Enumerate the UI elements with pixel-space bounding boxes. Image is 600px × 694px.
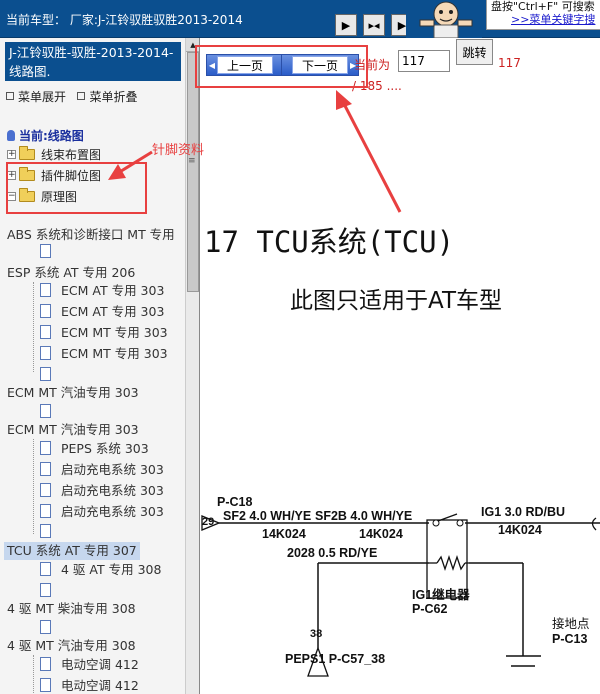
peps-label: PEPS1 P-C57_38 <box>285 652 386 666</box>
document-icon[interactable] <box>40 244 51 258</box>
document-icon[interactable] <box>40 562 51 576</box>
pin-number: 29 <box>202 516 215 528</box>
play-icon: ▶ <box>397 18 407 32</box>
relay-code: P-C62 <box>412 602 448 616</box>
folder-label[interactable]: 线束布置图 <box>41 146 101 163</box>
menu-search-link[interactable]: >>菜单关键字搜 <box>511 11 595 27</box>
document-icon[interactable] <box>40 367 51 381</box>
highlight-box-pager <box>195 45 368 88</box>
harness1-label: 14K024 <box>262 527 306 541</box>
current-car-label: 当前车型： 厂家:J-江铃驭胜驭胜2013-2014 <box>6 13 243 27</box>
tree-item-4wd-mt-diesel[interactable]: 4 驱 MT 柴油专用 308 <box>7 600 136 618</box>
tree-item-esp[interactable]: ESP 系统 AT 专用 206 <box>7 264 135 282</box>
tree-item-ecm-mt-2[interactable]: ECM MT 专用 303 <box>61 345 168 363</box>
current-node: 当前:线路图 <box>7 127 84 144</box>
tree-item-start-charge-2[interactable]: 启动充电系统 303 <box>61 482 164 500</box>
wire1-label: SF2 4.0 WH/YE <box>223 509 312 523</box>
pin-icon <box>7 130 15 141</box>
document-icon[interactable] <box>40 304 51 318</box>
search-hint-box: 盘按"Ctrl+F" 可搜索 >>菜单关键字搜 <box>486 0 600 30</box>
wire3-label: IG1 3.0 RD/BU <box>481 505 566 519</box>
step-icon: ▸◂ <box>368 18 380 32</box>
document-icon[interactable] <box>40 504 51 518</box>
menu-expand-link[interactable]: 菜单展开 <box>18 90 66 104</box>
menu-operations: 菜单展开 菜单折叠 <box>6 88 137 105</box>
tree-item-start-charge-3[interactable]: 启动充电系统 303 <box>61 503 164 521</box>
square-icon <box>77 92 86 100</box>
document-icon[interactable] <box>40 583 51 597</box>
wire4-label: 2028 0.5 RD/YE <box>287 546 378 560</box>
tree-item-ecm-mt-gas-1[interactable]: ECM MT 汽油专用 303 <box>7 384 139 402</box>
square-icon <box>6 92 14 100</box>
connector-end <box>591 517 597 531</box>
tree-item-start-charge-1[interactable]: 启动充电系统 303 <box>61 461 164 479</box>
document-icon[interactable] <box>40 283 51 297</box>
expand-toggle[interactable]: 菜单展开 <box>6 90 66 104</box>
harness3-label: 14K024 <box>498 523 542 537</box>
mascot-icon <box>406 0 482 38</box>
tree-line <box>33 282 34 372</box>
scroll-thumb[interactable] <box>187 52 199 292</box>
left-panel: J-江铃驭胜-驭胜-2013-2014- 线路图. 菜单展开 菜单折叠 当前:线… <box>0 38 200 694</box>
tree-item-abs[interactable]: ABS 系统和诊断接口 MT 专用 <box>7 226 175 244</box>
tree-item-ecm-at-1[interactable]: ECM AT 专用 303 <box>61 282 164 300</box>
tree-item-ecm-mt-gas-2[interactable]: ECM MT 汽油专用 303 <box>7 421 139 439</box>
collapse-toggle[interactable]: 菜单折叠 <box>77 90 137 104</box>
folder-harness-layout[interactable]: + 线束布置图 <box>7 146 101 163</box>
tree-item-ac-1[interactable]: 电动空调 412 <box>61 656 139 674</box>
nav-double-button[interactable]: ▸◂ <box>363 14 385 36</box>
left-scrollbar[interactable]: ▲ ≡ <box>185 38 199 694</box>
wire2-label: SF2B 4.0 WH/YE <box>315 509 413 523</box>
top-bar: 当前车型： 厂家:J-江铃驭胜驭胜2013-2014 ▶ ▸◂ ▶ 盘按"Ctr… <box>0 0 600 38</box>
document-icon[interactable] <box>40 524 51 538</box>
tree-item-4wd-mt-gas[interactable]: 4 驱 MT 汽油专用 308 <box>7 637 136 655</box>
ground-label: 接地点 <box>552 617 590 631</box>
harness2-label: 14K024 <box>359 527 403 541</box>
document-icon[interactable] <box>40 678 51 692</box>
relay-coil <box>436 554 466 572</box>
highlight-box-folders <box>6 162 147 214</box>
pin-info-annotation: 针脚资料 <box>152 143 205 158</box>
plus-icon[interactable]: + <box>7 150 16 159</box>
pin-38-number: 38 <box>310 628 323 640</box>
menu-collapse-link[interactable]: 菜单折叠 <box>89 90 137 104</box>
tree-item-ac-2[interactable]: 电动空调 412 <box>61 677 139 694</box>
left-panel-title: J-江铃驭胜-驭胜-2013-2014- 线路图. <box>5 42 181 81</box>
tree-line <box>33 439 34 534</box>
relay-label: IG1继电器 <box>412 588 470 602</box>
tree-line <box>33 655 34 694</box>
page-subtitle: 此图只适用于AT车型 <box>290 288 502 314</box>
ground-code: P-C13 <box>552 632 588 646</box>
jump-button[interactable]: 跳转 <box>456 39 493 65</box>
document-icon[interactable] <box>40 346 51 360</box>
document-icon[interactable] <box>40 404 51 418</box>
tree-item-peps[interactable]: PEPS 系统 303 <box>61 440 149 458</box>
relay-contact <box>456 519 464 527</box>
connector-label: P-C18 <box>217 495 253 509</box>
tree-item-ecm-at-2[interactable]: ECM AT 专用 303 <box>61 303 164 321</box>
tree-item-tcu-selected[interactable]: TCU 系统 AT 专用 307 <box>4 542 140 560</box>
diagram-viewer: ◀ 上一页 下一页 ▶ 当前为 跳转 117 / 185 .... 17 TCU… <box>201 38 600 694</box>
tree-item-ecm-mt-1[interactable]: ECM MT 专用 303 <box>61 324 168 342</box>
document-icon[interactable] <box>40 620 51 634</box>
play-icon: ▶ <box>341 18 351 32</box>
document-icon[interactable] <box>40 657 51 671</box>
current-node-label: 当前:线路图 <box>19 129 84 143</box>
document-icon[interactable] <box>40 441 51 455</box>
tree-item-4wd-at[interactable]: 4 驱 AT 专用 308 <box>61 561 161 579</box>
document-icon[interactable] <box>40 483 51 497</box>
document-icon[interactable] <box>40 325 51 339</box>
folder-icon <box>19 146 35 160</box>
page-title: 17 TCU系统(TCU) <box>204 225 455 259</box>
document-icon[interactable] <box>40 462 51 476</box>
current-page-number: 117 <box>498 56 521 70</box>
nav-first-button[interactable]: ▶ <box>335 14 357 36</box>
page-number-input[interactable] <box>398 50 450 72</box>
